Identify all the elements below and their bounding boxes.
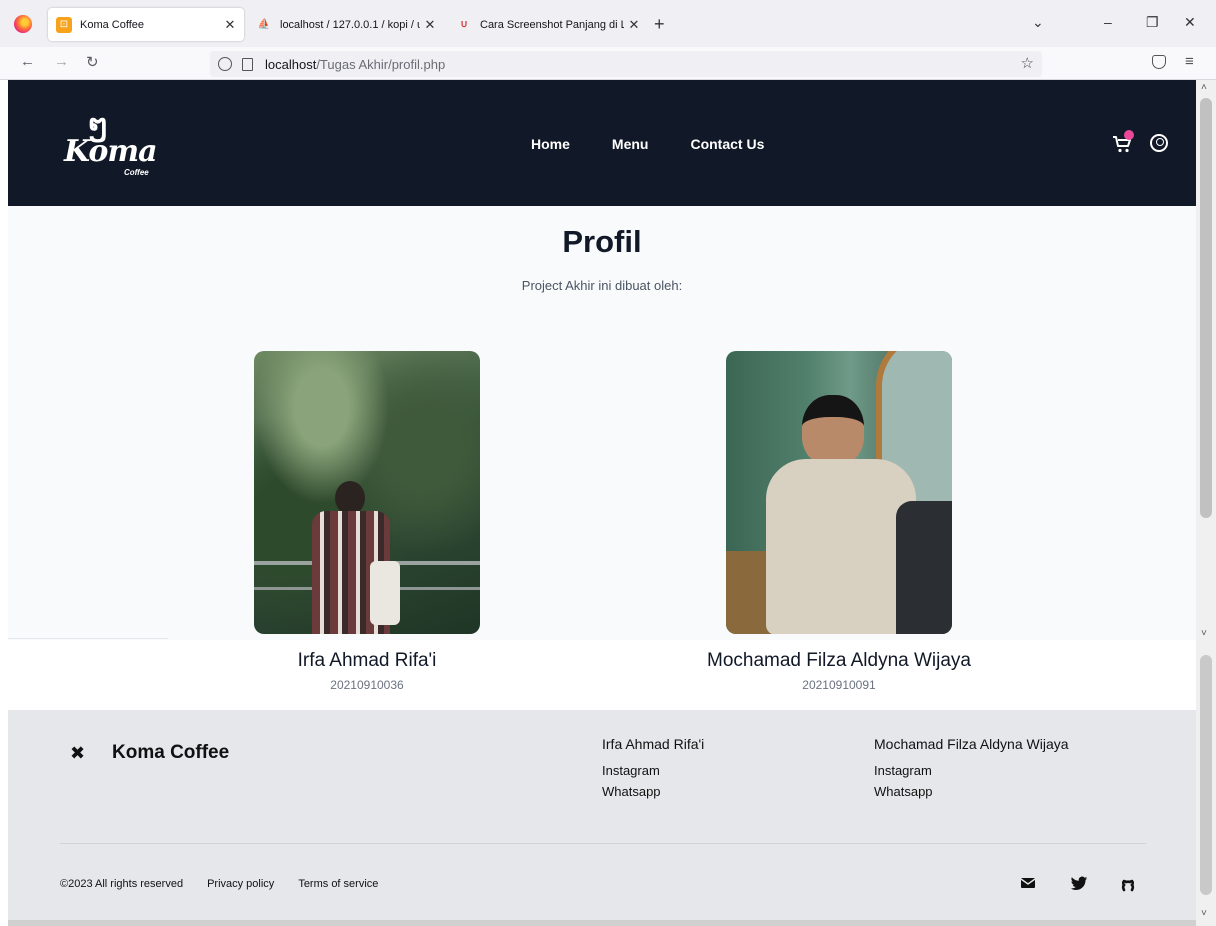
member-name: Mochamad Filza Aldyna Wijaya [707, 650, 971, 671]
browser-tab-bar: ⊡ Koma Coffee ✕ ⛵ localhost / 127.0.0.1 … [0, 0, 1216, 47]
name-strip [8, 640, 1196, 710]
footer-legal: ©2023 All rights reserved Privacy policy… [60, 878, 378, 890]
footer-column-irfa: Irfa Ahmad Rifa'i Instagram Whatsapp [602, 736, 704, 802]
member-photo [726, 351, 952, 634]
page-title: Profil [562, 224, 642, 259]
tab-phpmyadmin[interactable]: ⛵ localhost / 127.0.0.1 / kopi / use ✕ [248, 8, 444, 41]
photo-person-head [335, 481, 365, 515]
photo-person-body [766, 459, 916, 634]
photo-bag [370, 561, 400, 625]
user-account-icon[interactable] [1150, 134, 1168, 152]
footer-link-whatsapp[interactable]: Whatsapp [874, 781, 1069, 802]
photo-backpack [896, 501, 952, 634]
browser-nav-bar: ← → ↻ localhost/Tugas Akhir/profil.php ☆… [0, 47, 1216, 80]
page-subtitle: Project Akhir ini dibuat oleh: [521, 278, 683, 293]
tab-koma-coffee[interactable]: ⊡ Koma Coffee ✕ [48, 8, 244, 41]
footer-link-whatsapp[interactable]: Whatsapp [602, 781, 704, 802]
logo-word: Koma [64, 134, 158, 169]
site-header: ໆ Koma Coffee Home Menu Contact Us [8, 80, 1196, 206]
footer-column-heading: Mochamad Filza Aldyna Wijaya [874, 736, 1069, 752]
member-nim: 20210910091 [802, 678, 876, 692]
page-viewport: ໆ Koma Coffee Home Menu Contact Us Profi… [8, 80, 1196, 926]
twitter-icon[interactable] [1070, 876, 1088, 896]
tab-title: localhost / 127.0.0.1 / kopi / use [280, 18, 420, 31]
scroll-down-icon[interactable]: ˅ [1201, 908, 1207, 919]
footer-link-instagram[interactable]: Instagram [602, 760, 704, 781]
tracking-shield-icon[interactable] [218, 57, 232, 71]
terms-of-service-link[interactable]: Terms of service [298, 878, 378, 890]
footer-brand[interactable]: ✖ Koma Coffee [70, 742, 229, 764]
hamburger-menu-icon[interactable]: ≡ [1185, 53, 1194, 70]
scrollbar-thumb-lower[interactable] [1200, 655, 1212, 895]
nav-menu[interactable]: Menu [612, 136, 649, 152]
scroll-up-icon[interactable]: ˄ [1201, 82, 1207, 93]
bone-logo-icon: ✖ [70, 742, 86, 763]
photo-person-head [802, 395, 864, 465]
tab-title: Koma Coffee [80, 18, 145, 31]
horizontal-scrollbar[interactable] [8, 920, 1196, 926]
footer-divider [60, 843, 1146, 844]
github-icon[interactable] [1120, 876, 1136, 896]
strip-divider [8, 638, 168, 639]
page-scrollbar[interactable]: ˄ ˅ ˅ [1196, 80, 1216, 926]
site-footer: ✖ Koma Coffee Irfa Ahmad Rifa'i Instagra… [8, 710, 1196, 926]
tab-list-chevron-icon[interactable]: ⌄ [1032, 14, 1044, 31]
scrollbar-thumb[interactable] [1200, 98, 1212, 518]
cart-badge [1124, 130, 1134, 140]
footer-link-instagram[interactable]: Instagram [874, 760, 1069, 781]
nav-contact-us[interactable]: Contact Us [690, 136, 764, 152]
footer-column-filza: Mochamad Filza Aldyna Wijaya Instagram W… [874, 736, 1069, 802]
member-nim: 20210910036 [330, 678, 404, 692]
cart-button[interactable] [1112, 130, 1134, 154]
member-photo [254, 351, 480, 634]
phpmyadmin-favicon-icon: ⛵ [257, 19, 271, 30]
copyright: ©2023 All rights reserved [60, 878, 184, 890]
member-name: Irfa Ahmad Rifa'i [297, 650, 437, 671]
koma-favicon-icon: ⊡ [56, 16, 72, 33]
new-tab-icon[interactable]: + [654, 14, 665, 35]
minimize-icon[interactable]: – [1104, 14, 1112, 30]
url-host: localhost [265, 56, 317, 72]
address-bar[interactable]: localhost/Tugas Akhir/profil.php ☆ [210, 51, 1042, 77]
bookmark-star-icon[interactable]: ☆ [1021, 54, 1034, 72]
nav-home[interactable]: Home [531, 136, 570, 152]
tab-title: Cara Screenshot Panjang di Lap [480, 18, 624, 31]
mail-icon[interactable] [1020, 876, 1036, 894]
close-tab-icon[interactable]: ✕ [624, 17, 644, 33]
firefox-icon[interactable] [14, 15, 32, 33]
reload-icon[interactable]: ↻ [86, 53, 99, 71]
privacy-policy-link[interactable]: Privacy policy [207, 878, 274, 890]
footer-brand-name: Koma Coffee [112, 742, 230, 763]
logo-sub: Coffee [124, 168, 149, 177]
back-icon[interactable]: ← [20, 53, 35, 70]
page-info-icon[interactable] [242, 57, 253, 71]
tab-cara-screenshot[interactable]: ∪ Cara Screenshot Panjang di Lap ✕ [448, 8, 648, 41]
main-nav: Home Menu Contact Us [531, 136, 764, 152]
close-tab-icon[interactable]: ✕ [420, 17, 440, 33]
magnet-favicon-icon: ∪ [460, 19, 468, 30]
pocket-icon[interactable] [1152, 55, 1166, 69]
url-path: /Tugas Akhir/profil.php [316, 56, 446, 72]
footer-column-heading: Irfa Ahmad Rifa'i [602, 736, 705, 752]
scroll-down-icon[interactable]: ˅ [1201, 628, 1207, 639]
restore-icon[interactable]: ❐ [1146, 14, 1159, 31]
close-window-icon[interactable]: ✕ [1184, 14, 1196, 31]
koma-logo[interactable]: ໆ Koma Coffee [64, 108, 158, 178]
forward-icon[interactable]: → [54, 53, 69, 70]
close-tab-icon[interactable]: ✕ [220, 17, 240, 33]
